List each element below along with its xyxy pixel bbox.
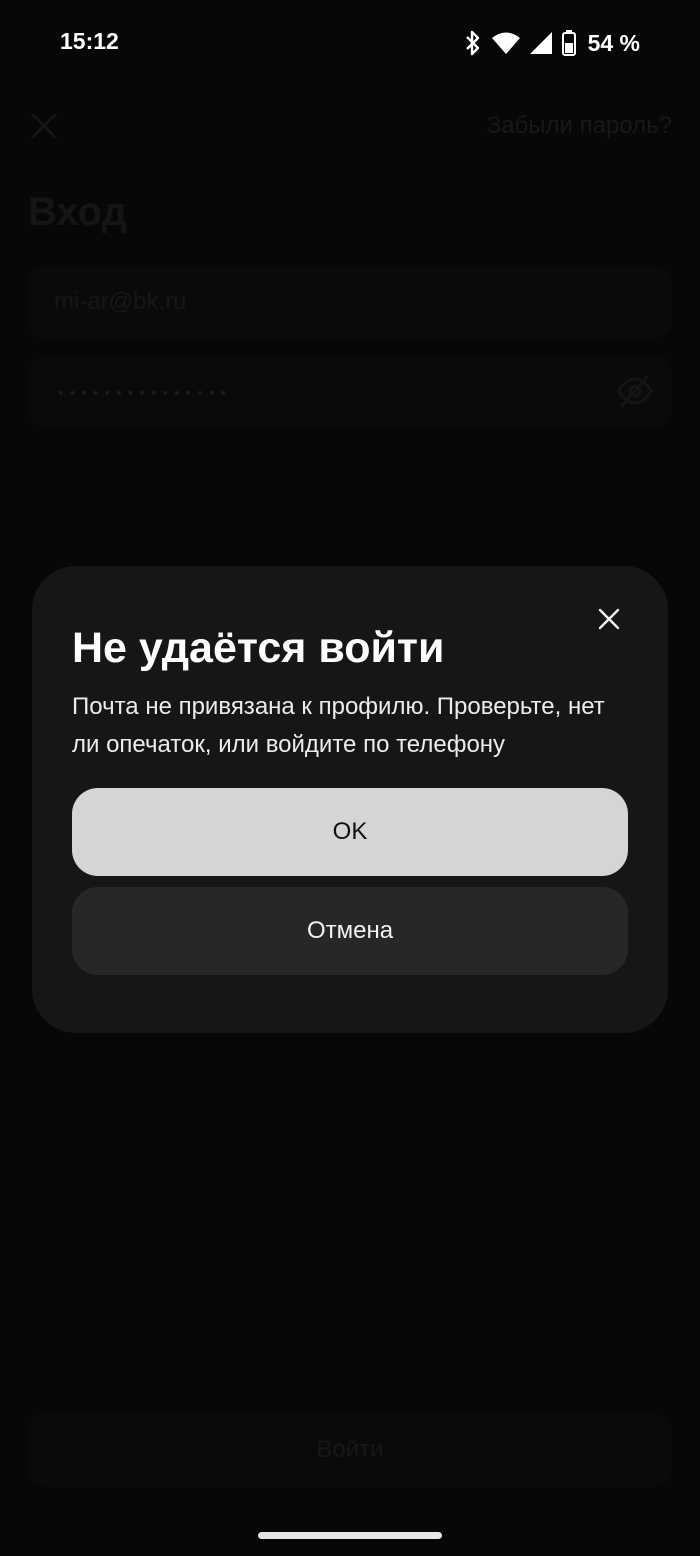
battery-percentage: 54 % [587, 29, 640, 56]
status-icons: 54 % [464, 28, 640, 58]
status-time: 15:12 [60, 28, 119, 54]
screen: Забыли пароль? Вход mi-ar@bk.ru ••••••••… [0, 0, 700, 1556]
dialog-close-button[interactable] [594, 606, 624, 636]
signal-icon [529, 32, 552, 54]
bluetooth-icon [464, 30, 482, 56]
error-dialog: Не удаётся войти Почта не привязана к пр… [32, 566, 668, 1033]
wifi-icon [491, 32, 520, 54]
ok-button[interactable]: OK [72, 788, 628, 876]
battery-icon [561, 30, 576, 56]
dialog-title: Не удаётся войти [72, 624, 445, 672]
status-bar: 15:12 54 % [0, 0, 700, 88]
close-icon [598, 608, 620, 635]
cancel-button[interactable]: Отмена [72, 887, 628, 975]
home-indicator[interactable] [258, 1532, 442, 1539]
dialog-message: Почта не привязана к профилю. Проверьте,… [72, 693, 605, 758]
